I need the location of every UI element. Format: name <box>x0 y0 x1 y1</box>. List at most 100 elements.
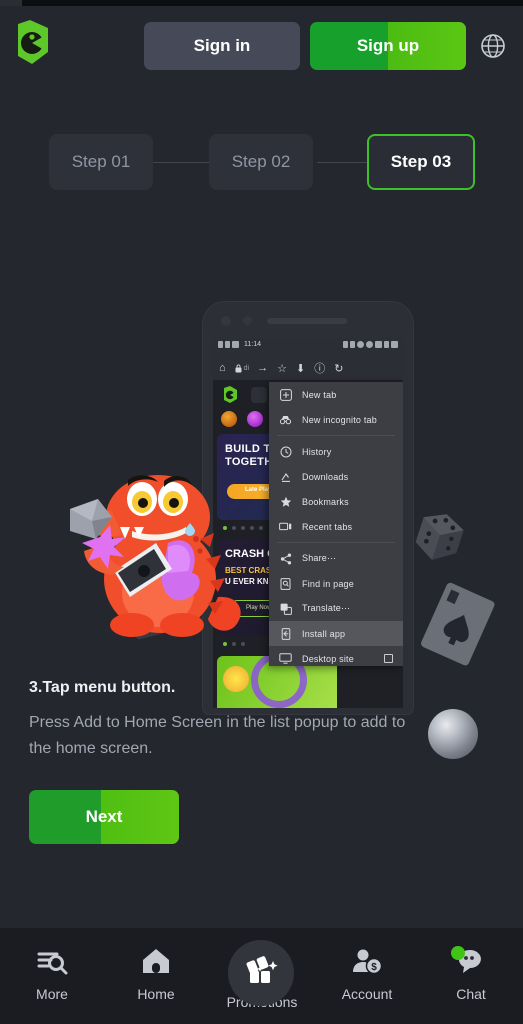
nav-item-more[interactable]: More <box>0 944 104 1010</box>
sim-icon <box>232 341 239 348</box>
step-item-3[interactable]: Step 03 <box>367 134 475 190</box>
translate-icon <box>279 602 292 615</box>
billiard-ball-icon <box>428 709 478 759</box>
step-indicator: Step 01 Step 02 Step 03 <box>0 134 523 200</box>
recent-tabs-icon <box>279 520 292 533</box>
page-brand-logo <box>221 386 239 404</box>
promotions-button[interactable] <box>228 940 294 1006</box>
signal-icon <box>218 341 223 348</box>
arrow-forward-icon[interactable]: → <box>257 362 268 374</box>
menu-item-new-incognito-tab[interactable]: New incognito tab <box>269 407 403 432</box>
menu-item-label: Bookmarks <box>302 496 349 507</box>
home-icon <box>141 944 171 978</box>
incognito-icon <box>279 413 292 426</box>
download-icon <box>279 470 292 483</box>
brand-logo[interactable] <box>8 18 56 68</box>
lock-icon <box>235 364 242 372</box>
star-icon[interactable]: ☆ <box>277 362 287 375</box>
alarm-icon <box>357 341 364 348</box>
illustration-stage: 11:14 ⌂ di → ☆ ⬇ ⓘ ↻ BUILD TH TOGETH Lat… <box>0 212 523 759</box>
url-text: di <box>243 364 250 372</box>
phone-status-bar: 11:14 <box>213 338 403 356</box>
menu-separator <box>277 542 395 543</box>
nav-label: Chat <box>456 986 486 1002</box>
browser-toolbar: ⌂ di → ☆ ⬇ ⓘ ↻ <box>213 356 403 380</box>
step-connector-1 <box>153 162 209 163</box>
main-content: Step 01 Step 02 Step 03 11:14 ⌂ di → ☆ ⬇… <box>0 82 523 928</box>
nav-item-chat[interactable]: Chat <box>419 944 523 1010</box>
menu-item-label: Share⋯ <box>302 553 337 563</box>
wifi-icon <box>384 341 389 348</box>
history-icon <box>279 445 292 458</box>
playing-card-spade-icon <box>420 582 500 667</box>
info-icon[interactable]: ⓘ <box>314 360 325 376</box>
account-money-icon: $ <box>351 944 383 978</box>
screenshot-icon <box>375 341 382 348</box>
menu-item-recent-tabs[interactable]: Recent tabs <box>269 514 403 539</box>
status-bar-time: 11:14 <box>244 341 261 348</box>
menu-item-history[interactable]: History <box>269 439 403 464</box>
banner-3-sun-icon <box>223 666 249 692</box>
nav-label: Home <box>137 986 175 1002</box>
phone-speaker <box>267 318 347 324</box>
install-app-icon <box>279 627 292 640</box>
globe-icon[interactable] <box>478 31 508 61</box>
page-coin-icon-2 <box>247 411 263 427</box>
desktop-icon <box>279 652 292 665</box>
menu-item-label: Translate⋯ <box>302 603 351 613</box>
nav-label: More <box>36 986 68 1002</box>
menu-item-downloads[interactable]: Downloads <box>269 464 403 489</box>
nav-item-home[interactable]: Home <box>104 944 208 1010</box>
menu-item-share[interactable]: Share⋯ <box>269 546 403 571</box>
menu-item-bookmarks[interactable]: Bookmarks <box>269 489 403 514</box>
step-item-1[interactable]: Step 01 <box>49 134 153 190</box>
bluetooth-icon <box>350 341 355 348</box>
menu-item-label: Desktop site <box>302 653 354 664</box>
menu-item-label: Find in page <box>302 578 354 589</box>
phone-sensor-icon <box>243 316 252 325</box>
signal-2-icon <box>225 341 230 348</box>
step-item-2[interactable]: Step 02 <box>209 134 313 190</box>
menu-item-label: New tab <box>302 389 337 400</box>
vibrate-icon <box>343 341 348 348</box>
status-bar-left: 11:14 <box>218 341 261 348</box>
phone-camera-icon <box>221 316 231 326</box>
next-button[interactable]: Next <box>29 790 179 844</box>
star-icon <box>279 495 292 508</box>
menu-item-label: History <box>302 446 332 457</box>
instruction-title: 3.Tap menu button. <box>29 679 176 696</box>
menu-item-translate[interactable]: Translate⋯ <box>269 596 403 621</box>
url-bar[interactable]: di <box>235 364 249 373</box>
share-icon <box>279 552 292 565</box>
menu-item-new-tab[interactable]: New tab <box>269 382 403 407</box>
menu-item-install-app[interactable]: Install app <box>269 621 403 646</box>
download-icon[interactable]: ⬇ <box>296 362 305 375</box>
status-bar-right <box>343 341 398 348</box>
battery-icon <box>391 341 398 348</box>
nav-item-account[interactable]: $ Account <box>315 944 419 1010</box>
menu-item-find-in-page[interactable]: Find in page <box>269 571 403 596</box>
sign-in-button[interactable]: Sign in <box>144 22 300 70</box>
nav-label: Account <box>341 986 393 1002</box>
chat-badge <box>451 946 465 960</box>
svg-text:$: $ <box>371 962 377 973</box>
menu-item-label: Recent tabs <box>302 521 353 532</box>
page-avatar <box>251 387 267 403</box>
step-connector-2 <box>317 162 367 163</box>
red-dragon-mascot <box>40 447 270 647</box>
menu-item-label: Install app <box>302 628 346 639</box>
app-header: Sign in Sign up <box>0 6 523 82</box>
desktop-site-checkbox[interactable] <box>384 654 393 663</box>
chat-icon <box>451 944 487 978</box>
reload-icon[interactable]: ↻ <box>334 362 343 375</box>
menu-item-desktop-site[interactable]: Desktop site <box>269 646 403 671</box>
home-icon[interactable]: ⌂ <box>219 362 226 374</box>
sign-up-button[interactable]: Sign up <box>310 22 466 70</box>
browser-menu-popup: New tab New incognito tab History Downlo… <box>269 382 403 666</box>
gift-icon <box>243 954 279 993</box>
dnd-icon <box>366 341 373 348</box>
instruction-body: Press Add to Home Screen in the list pop… <box>29 714 406 757</box>
menu-item-label: New incognito tab <box>302 414 377 425</box>
menu-separator <box>277 435 395 436</box>
find-in-page-icon <box>279 577 292 590</box>
